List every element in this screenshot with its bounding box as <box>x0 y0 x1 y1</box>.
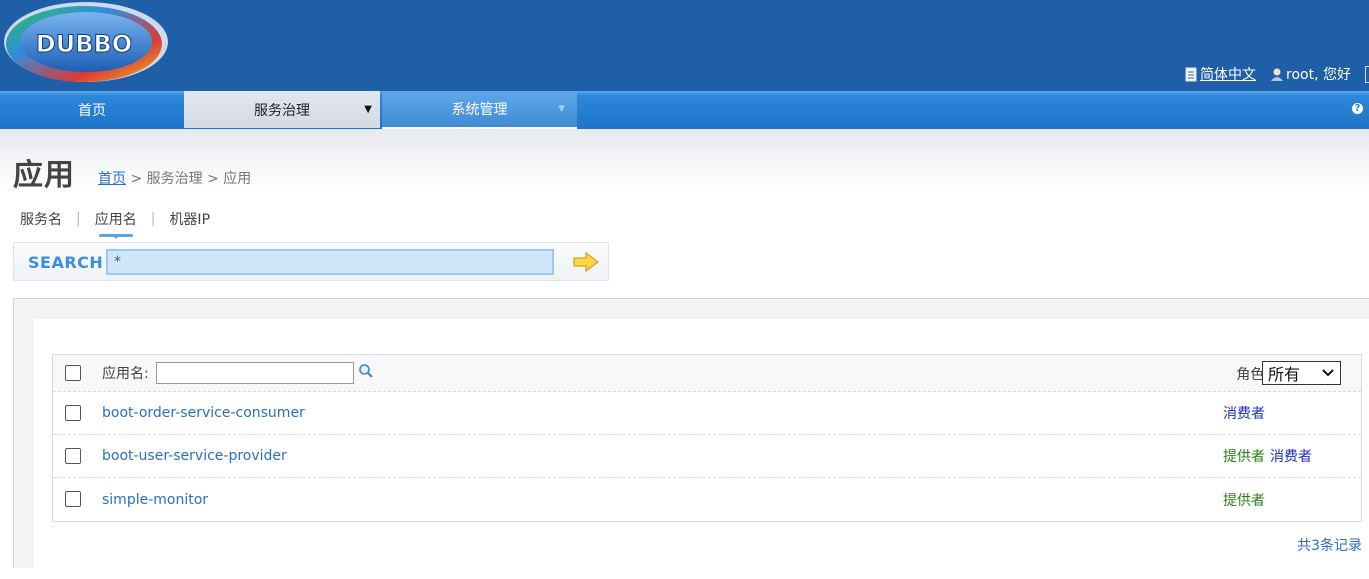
user-greeting: root, 您好 <box>1270 64 1351 84</box>
select-all-checkbox[interactable] <box>65 365 81 381</box>
search-label: SEARCH <box>28 253 104 272</box>
user-icon <box>1271 68 1284 81</box>
tab-machine-ip[interactable]: 机器IP <box>169 209 210 229</box>
nav-item-service-governance-label: 服务治理 <box>254 102 310 119</box>
role-select[interactable]: 所有 <box>1262 361 1341 385</box>
nav-item-home[interactable]: 首页 <box>0 91 184 128</box>
tab-service-name[interactable]: 服务名 <box>20 209 62 229</box>
logo-text: DUBBO <box>36 30 132 58</box>
table-row: simple-monitor 提供者 <box>53 478 1361 521</box>
search-input[interactable] <box>106 249 554 275</box>
help-icon[interactable]: ? <box>1350 101 1365 116</box>
app-link[interactable]: boot-order-service-consumer <box>102 405 305 421</box>
main-nav: 首页 服务治理 ▼ 系统管理 ▼ ? <box>0 91 1369 129</box>
breadcrumb-trail: > 服务治理 > 应用 <box>126 171 252 187</box>
language-label: 简体中文 <box>1200 67 1257 83</box>
nav-item-service-governance[interactable]: 服务治理 ▼ <box>184 91 380 128</box>
role-consumer-badge: 消费者 <box>1223 406 1265 422</box>
row-checkbox[interactable] <box>65 448 81 464</box>
search-type-tabs: 服务名 | 应用名 | 机器IP <box>20 209 210 239</box>
role-consumer-badge: 消费者 <box>1270 449 1312 465</box>
row-checkbox[interactable] <box>65 405 81 421</box>
nav-item-system-management-label: 系统管理 <box>451 102 508 118</box>
top-header: DUBBO 简体中文 root, 您好 <box>0 0 1369 91</box>
page-title: 应用 <box>13 158 75 193</box>
role-provider-badge: 提供者 <box>1223 449 1265 465</box>
header-edge <box>1365 65 1369 83</box>
applications-table: 应用名: 角色: 所有 boot-order-service-consumer <box>52 354 1362 522</box>
results-panel: 应用名: 角色: 所有 boot-order-service-consumer <box>13 298 1369 579</box>
tab-separator: | <box>76 211 81 227</box>
table-header-row: 应用名: 角色: 所有 <box>53 355 1361 392</box>
role-list: 提供者 <box>1223 490 1265 510</box>
tab-separator: | <box>150 211 156 227</box>
app-link[interactable]: simple-monitor <box>102 492 208 508</box>
dubbo-logo: DUBBO <box>4 2 168 82</box>
role-select-value: 所有 <box>1268 365 1301 384</box>
app-filter-input[interactable] <box>156 362 354 384</box>
record-count: 共3条记录 <box>1297 538 1362 554</box>
role-list: 提供者 消费者 <box>1223 446 1312 466</box>
tab-application-name[interactable]: 应用名 <box>95 209 137 239</box>
document-icon <box>1185 67 1197 81</box>
row-checkbox[interactable] <box>65 491 81 507</box>
chevron-down-icon: ▼ <box>364 104 372 115</box>
role-list: 消费者 <box>1223 403 1265 423</box>
table-row: boot-user-service-provider 提供者 消费者 <box>53 435 1361 478</box>
chevron-down-icon <box>1322 369 1334 377</box>
nav-item-home-label: 首页 <box>78 102 106 119</box>
arrow-right-icon[interactable] <box>573 251 599 273</box>
search-box: SEARCH <box>13 242 609 281</box>
user-bar: 简体中文 root, 您好 <box>1185 64 1369 84</box>
app-link[interactable]: boot-user-service-provider <box>102 448 287 464</box>
app-filter-label: 应用名: <box>102 366 149 382</box>
results-panel-inner: 应用名: 角色: 所有 boot-order-service-consumer <box>34 319 1369 579</box>
breadcrumb: 首页 > 服务治理 > 应用 <box>98 168 251 188</box>
search-icon[interactable] <box>358 363 374 379</box>
role-provider-badge: 提供者 <box>1223 492 1265 509</box>
language-link[interactable]: 简体中文 <box>1185 64 1256 84</box>
breadcrumb-home-link[interactable]: 首页 <box>98 171 126 187</box>
chevron-down-icon: ▼ <box>558 104 565 114</box>
user-greeting-text: root, 您好 <box>1286 67 1351 83</box>
table-row: boot-order-service-consumer 消费者 <box>53 392 1361 435</box>
nav-item-system-management[interactable]: 系统管理 ▼ <box>382 91 577 129</box>
